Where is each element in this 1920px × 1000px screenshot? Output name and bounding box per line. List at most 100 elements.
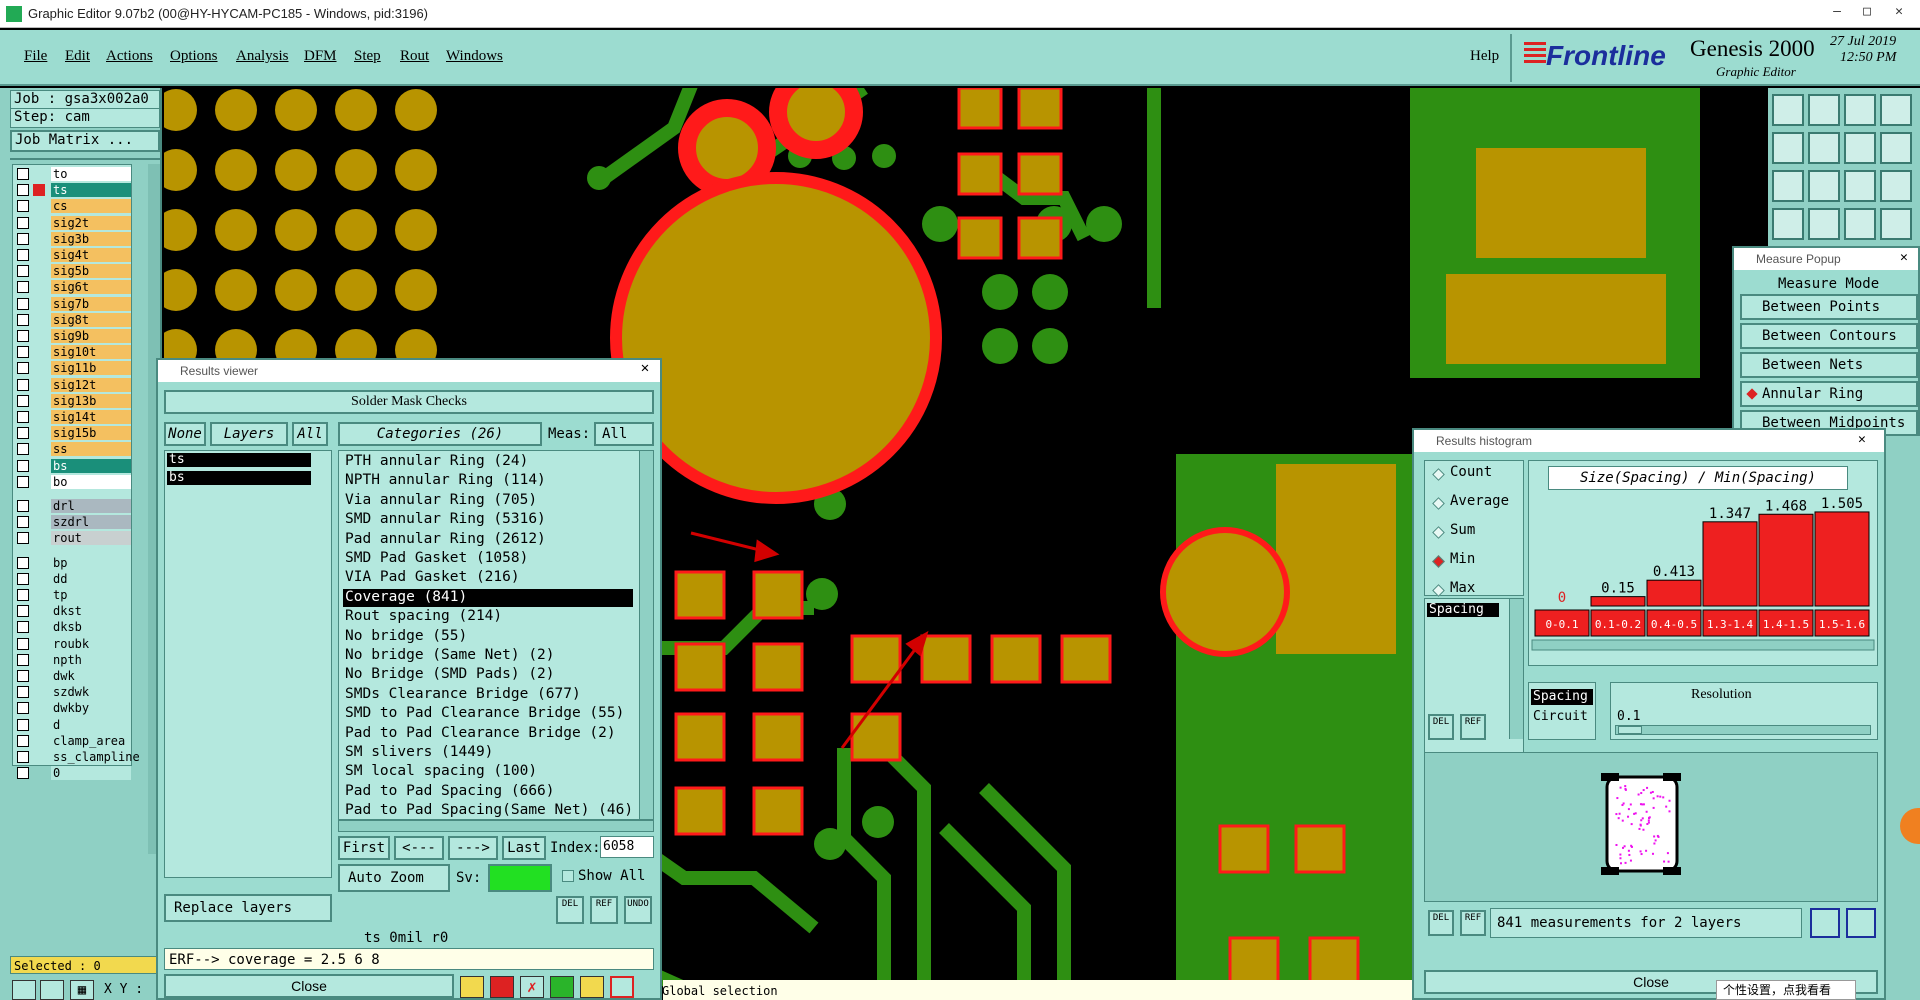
layer-row-0[interactable]: 0: [15, 766, 131, 781]
layer-checkbox[interactable]: [17, 200, 29, 213]
layer-checkbox[interactable]: [17, 427, 29, 440]
layer-name[interactable]: sig5b: [51, 264, 131, 279]
layer-row-rout[interactable]: rout: [15, 531, 131, 546]
layer-checkbox[interactable]: [17, 589, 29, 601]
category-scrollbar[interactable]: [639, 451, 653, 819]
histogram-close-icon[interactable]: ✕: [1858, 432, 1866, 447]
layer-name[interactable]: sig8t: [51, 312, 131, 327]
next-button[interactable]: --->: [448, 836, 498, 860]
layer-row-dwkby[interactable]: dwkby: [15, 701, 131, 716]
layer-name[interactable]: sig4t: [51, 248, 131, 262]
layer-row-npth[interactable]: npth: [15, 652, 131, 667]
menu-file[interactable]: File: [24, 48, 47, 65]
layer-row-dd[interactable]: dd: [15, 571, 131, 586]
toolbar-cancel-icon[interactable]: ✗: [520, 976, 544, 998]
last-button[interactable]: Last: [502, 836, 546, 860]
tool-help-icon[interactable]: [1880, 170, 1912, 202]
grid-icon[interactable]: ▦: [70, 980, 94, 1000]
layer-name[interactable]: dwkby: [51, 701, 131, 716]
result-layer-item[interactable]: ts: [167, 453, 311, 467]
layer-checkbox[interactable]: [17, 168, 29, 180]
layer-row-sig8t[interactable]: sig8t: [15, 312, 131, 327]
menu-rout[interactable]: Rout: [400, 48, 429, 65]
layer-checkbox[interactable]: [17, 297, 29, 310]
group-option-spacing[interactable]: Spacing: [1531, 689, 1593, 705]
tool-up-icon[interactable]: [1772, 94, 1804, 126]
maximize-icon[interactable]: □: [1852, 4, 1882, 22]
category-item[interactable]: Rout spacing (214): [343, 608, 633, 626]
layer-name[interactable]: szdwk: [51, 685, 131, 700]
category-item[interactable]: Pad to Pad Spacing(Same Net) (46): [343, 802, 633, 819]
layer-row-dwk[interactable]: dwk: [15, 669, 131, 683]
auto-zoom-select[interactable]: Auto Zoom: [338, 864, 450, 892]
category-item[interactable]: No bridge (55): [343, 628, 633, 646]
category-item[interactable]: SMD Pad Gasket (1058): [343, 550, 633, 568]
toolbar-stop-icon[interactable]: [490, 976, 514, 998]
toolbar-notes-icon[interactable]: [580, 976, 604, 998]
results-close-button[interactable]: Close: [164, 974, 454, 998]
layer-name[interactable]: sig3b: [51, 231, 131, 246]
layer-row-dkst[interactable]: dkst: [15, 604, 131, 619]
prev-button[interactable]: <---: [394, 836, 444, 860]
layer-name[interactable]: sig6t: [51, 280, 131, 295]
layer-row-ts[interactable]: ts: [15, 183, 131, 198]
layer-row-bp[interactable]: bp: [15, 555, 131, 570]
menu-analysis[interactable]: Analysis: [236, 48, 289, 65]
layer-name[interactable]: rout: [51, 531, 131, 546]
mode-between-nets[interactable]: Between Nets: [1740, 352, 1918, 378]
layer-row-sig5b[interactable]: sig5b: [15, 264, 131, 279]
replace-layers-select[interactable]: Replace layers: [164, 894, 332, 922]
menu-actions[interactable]: Actions: [106, 48, 153, 65]
layer-checkbox[interactable]: [17, 249, 29, 261]
tool-right-icon[interactable]: [1808, 132, 1840, 164]
layer-row-drl[interactable]: drl: [15, 499, 131, 513]
layer-row-to[interactable]: to: [15, 167, 131, 181]
minimize-icon[interactable]: —: [1822, 4, 1852, 22]
layer-checkbox[interactable]: [17, 281, 29, 294]
layer-checkbox[interactable]: [17, 532, 29, 545]
layer-checkbox[interactable]: [17, 653, 29, 666]
category-hscrollbar[interactable]: [338, 820, 654, 832]
tool-fit-icon[interactable]: [1772, 170, 1804, 202]
categories-button[interactable]: Categories (26): [338, 422, 542, 446]
layer-row-sig7b[interactable]: sig7b: [15, 296, 131, 311]
layers-button[interactable]: Layers: [210, 422, 288, 446]
resolution-slider-thumb[interactable]: [1618, 726, 1642, 734]
layer-name[interactable]: bo: [51, 474, 131, 489]
layer-name[interactable]: clamp_area: [51, 733, 131, 748]
layer-name[interactable]: cs: [51, 199, 131, 214]
layer-checkbox[interactable]: [17, 443, 29, 456]
layer-name[interactable]: dkst: [51, 604, 131, 619]
tool-left-icon[interactable]: [1772, 132, 1804, 164]
layer-checkbox[interactable]: [17, 718, 29, 731]
layer-row-sig9b[interactable]: sig9b: [15, 329, 131, 343]
import-icon[interactable]: [1846, 908, 1876, 938]
layer-name[interactable]: roubk: [51, 636, 131, 651]
undo-icon[interactable]: UNDO: [624, 896, 652, 924]
layer-name[interactable]: bp: [51, 555, 131, 570]
layer-name[interactable]: dd: [51, 571, 131, 586]
layer-name[interactable]: sig9b: [51, 329, 131, 343]
meas-select[interactable]: All: [594, 422, 654, 446]
result-layer-item[interactable]: bs: [167, 471, 311, 485]
export-icon[interactable]: [1810, 908, 1840, 938]
layer-row-sig2t[interactable]: sig2t: [15, 215, 131, 230]
layer-row-sig11b[interactable]: sig11b: [15, 361, 131, 376]
mode-annular-ring[interactable]: Annular Ring: [1740, 381, 1918, 407]
toolbar-green-icon[interactable]: [550, 976, 574, 998]
layer-checkbox[interactable]: [17, 362, 29, 375]
layer-checkbox[interactable]: [17, 621, 29, 634]
layer-checkbox[interactable]: [17, 313, 29, 326]
tool-net-icon[interactable]: [1844, 208, 1876, 240]
menu-edit[interactable]: Edit: [65, 48, 90, 65]
layer-row-tp[interactable]: tp: [15, 588, 131, 602]
layer-checkbox[interactable]: [17, 751, 29, 763]
category-item[interactable]: No bridge (Same Net) (2): [343, 647, 633, 665]
toolbar-histogram-icon[interactable]: [610, 976, 634, 998]
layer-name[interactable]: sig12t: [51, 377, 131, 392]
category-item[interactable]: Via annular Ring (705): [343, 492, 633, 510]
layer-name[interactable]: to: [51, 167, 131, 181]
layer-row-d[interactable]: d: [15, 717, 131, 732]
tool-pan-icon[interactable]: [1808, 170, 1840, 202]
layer-checkbox[interactable]: [17, 378, 29, 391]
